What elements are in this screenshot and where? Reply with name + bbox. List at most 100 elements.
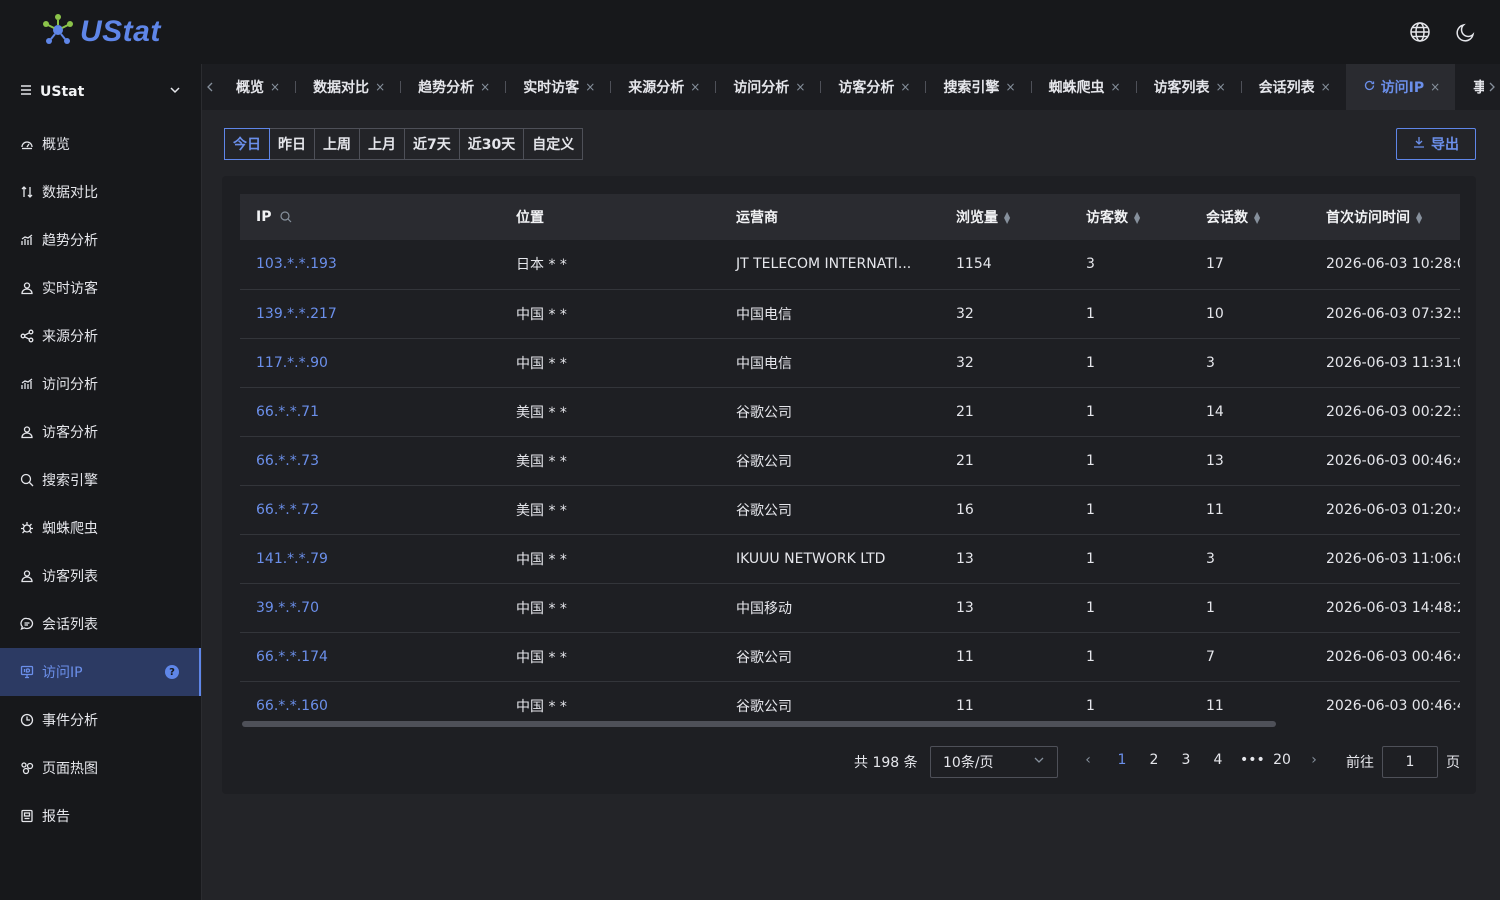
table-cell: 13 xyxy=(940,534,1070,584)
site-select[interactable]: UStat xyxy=(0,64,201,120)
column-header-5[interactable]: 会话数 ▲ ▼ xyxy=(1190,194,1310,240)
prev-page-icon[interactable]: ‹ xyxy=(1078,752,1098,768)
range-button-3[interactable]: 上月 xyxy=(360,128,405,160)
sidebar-item-label: 实时访客 xyxy=(42,281,98,297)
table-cell: 14 xyxy=(1190,387,1310,437)
sidebar-item-11[interactable]: 访问IP? xyxy=(0,648,201,696)
search-icon[interactable] xyxy=(280,211,292,223)
range-button-0[interactable]: 今日 xyxy=(224,128,270,160)
page-2[interactable]: 2 xyxy=(1144,752,1164,768)
page-3[interactable]: 3 xyxy=(1176,752,1196,768)
close-icon[interactable]: × xyxy=(1430,80,1440,94)
tabs-scroll-left-icon[interactable] xyxy=(202,64,218,110)
ip-link[interactable]: 66.*.*.71 xyxy=(240,387,500,437)
sort-icon[interactable]: ▲ ▼ xyxy=(1254,211,1260,225)
tab-7[interactable]: 搜索引擎 × xyxy=(925,64,1030,110)
tab-2[interactable]: 趋势分析 × xyxy=(400,64,505,110)
table-row: 117.*.*.90 中国 * * 中国电信 32 1 3 2026-06-03 11:31… xyxy=(240,338,1460,388)
page-1[interactable]: 1 xyxy=(1112,752,1132,768)
ip-link[interactable]: 39.*.*.70 xyxy=(240,583,500,633)
sidebar-item-8[interactable]: 蜘蛛爬虫 xyxy=(0,504,201,552)
close-icon[interactable]: × xyxy=(1005,80,1015,94)
range-button-5[interactable]: 近30天 xyxy=(459,128,525,160)
ip-link[interactable]: 117.*.*.90 xyxy=(240,338,500,388)
help-icon[interactable]: ? xyxy=(165,665,179,679)
sidebar-item-13[interactable]: 页面热图 xyxy=(0,744,201,792)
sidebar-item-10[interactable]: 会话列表 xyxy=(0,600,201,648)
sidebar-item-label: 访客分析 xyxy=(42,425,98,441)
close-icon[interactable]: × xyxy=(1321,80,1331,94)
refresh-icon[interactable] xyxy=(1364,79,1375,95)
sidebar-item-4[interactable]: 来源分析 xyxy=(0,312,201,360)
close-icon[interactable]: × xyxy=(585,80,595,94)
tab-6[interactable]: 访客分析 × xyxy=(820,64,925,110)
tab-9[interactable]: 访客列表 × xyxy=(1135,64,1241,110)
ip-link[interactable]: 139.*.*.217 xyxy=(240,289,500,339)
tab-5[interactable]: 访问分析 × xyxy=(715,64,820,110)
table-cell: 1 xyxy=(1070,534,1190,584)
sidebar-item-0[interactable]: 概览 xyxy=(0,120,201,168)
close-icon[interactable]: × xyxy=(900,80,910,94)
ip-link[interactable]: 66.*.*.174 xyxy=(240,632,500,682)
page-4[interactable]: 4 xyxy=(1208,752,1228,768)
heatmap-icon xyxy=(20,761,34,775)
tabs-scroll-right-icon[interactable] xyxy=(1484,64,1500,110)
tab-8[interactable]: 蜘蛛爬虫 × xyxy=(1030,64,1136,110)
ip-link[interactable]: 141.*.*.79 xyxy=(240,534,500,584)
tab-10[interactable]: 会话列表 × xyxy=(1240,64,1346,110)
sort-icon[interactable]: ▲ ▼ xyxy=(1416,211,1422,225)
close-icon[interactable]: × xyxy=(375,80,385,94)
sidebar-item-5[interactable]: 访问分析 xyxy=(0,360,201,408)
close-icon[interactable]: × xyxy=(795,80,805,94)
more-pages-icon[interactable]: ••• xyxy=(1240,752,1265,768)
column-header-4[interactable]: 访客数 ▲ ▼ xyxy=(1070,194,1190,240)
page-size-value: 10条/页 xyxy=(943,755,994,771)
sidebar-item-12[interactable]: 事件分析 xyxy=(0,696,201,744)
close-icon[interactable]: × xyxy=(690,80,700,94)
table-cell: 2026-06-03 00:46:4 xyxy=(1310,632,1460,682)
sidebar-item-14[interactable]: 报告 xyxy=(0,792,201,840)
sidebar-item-3[interactable]: 实时访客 xyxy=(0,264,201,312)
ip-link[interactable]: 103.*.*.193 xyxy=(240,240,500,290)
sort-icon[interactable]: ▲ ▼ xyxy=(1134,211,1140,225)
tab-1[interactable]: 数据对比 × xyxy=(295,64,400,110)
table-scroll-area[interactable]: IP 位置 运营商 浏览量 ▲ ▼ 访客数 ▲ ▼ 会话数 ▲ ▼ 首次访问时间 ▲ ▼ 103.*.*.… xyxy=(240,194,1460,730)
ip-link[interactable]: 66.*.*.73 xyxy=(240,436,500,486)
range-button-4[interactable]: 近7天 xyxy=(405,128,460,160)
table-row: 66.*.*.73 美国 * * 谷歌公司 21 1 13 2026-06-03 00:46… xyxy=(240,436,1460,486)
column-header-3[interactable]: 浏览量 ▲ ▼ xyxy=(940,194,1070,240)
range-button-6[interactable]: 自定义 xyxy=(524,128,584,160)
sidebar-item-6[interactable]: 访客分析 xyxy=(0,408,201,456)
close-icon[interactable]: × xyxy=(1111,80,1121,94)
moon-icon[interactable] xyxy=(1454,20,1478,44)
column-header-6[interactable]: 首次访问时间 ▲ ▼ xyxy=(1310,194,1460,240)
table-cell: 1 xyxy=(1070,436,1190,486)
sort-icon[interactable]: ▲ ▼ xyxy=(1004,211,1010,225)
ip-link[interactable]: 66.*.*.72 xyxy=(240,485,500,535)
goto-page-input[interactable] xyxy=(1382,746,1438,778)
page-size-select[interactable]: 10条/页 xyxy=(930,746,1058,778)
page-20[interactable]: 20 xyxy=(1270,752,1294,768)
globe-icon[interactable] xyxy=(1408,20,1432,44)
range-button-2[interactable]: 上周 xyxy=(315,128,360,160)
column-header-0: IP xyxy=(240,194,500,240)
sidebar-item-9[interactable]: 访客列表 xyxy=(0,552,201,600)
close-icon[interactable]: × xyxy=(1216,80,1226,94)
tab-label: 搜索引擎 xyxy=(943,80,1000,96)
logo[interactable]: UStat xyxy=(40,12,161,52)
tab-3[interactable]: 实时访客 × xyxy=(505,64,610,110)
next-page-icon[interactable]: › xyxy=(1304,752,1324,768)
sidebar-item-7[interactable]: 搜索引擎 xyxy=(0,456,201,504)
close-icon[interactable]: × xyxy=(270,80,280,94)
user-icon xyxy=(20,425,34,439)
tab-4[interactable]: 来源分析 × xyxy=(610,64,715,110)
close-icon[interactable]: × xyxy=(480,80,490,94)
tab-11[interactable]: 访问IP × xyxy=(1345,64,1456,110)
tab-0[interactable]: 概览 × xyxy=(218,64,295,110)
sidebar-item-2[interactable]: 趋势分析 xyxy=(0,216,201,264)
sidebar-item-1[interactable]: 数据对比 xyxy=(0,168,201,216)
horizontal-scrollbar[interactable] xyxy=(242,721,1276,727)
export-button[interactable]: 导出 xyxy=(1396,128,1476,160)
range-button-1[interactable]: 昨日 xyxy=(270,128,315,160)
sidebar-item-label: 访问分析 xyxy=(42,377,98,393)
